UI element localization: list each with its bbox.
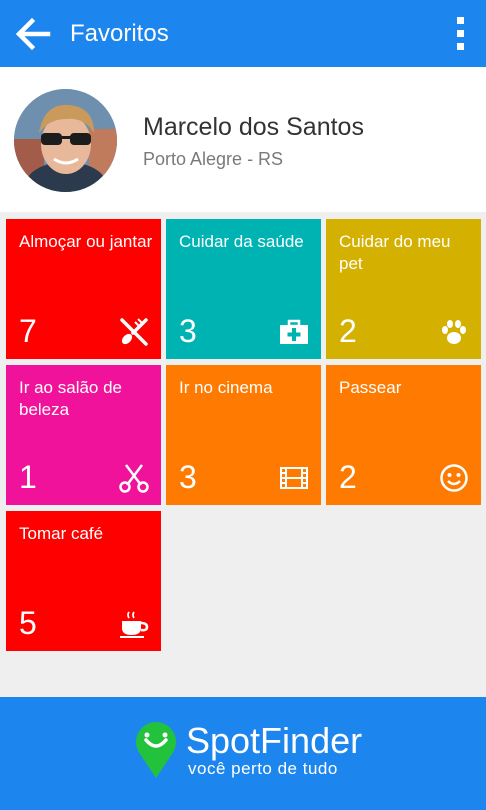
category-count: 7	[19, 313, 37, 349]
category-count: 1	[19, 459, 37, 495]
category-count: 2	[339, 313, 357, 349]
brand-name: SpotFinder	[186, 720, 363, 761]
category-label: Passear	[339, 378, 402, 397]
category-label: Cuidar do meu pet	[339, 232, 451, 273]
more-options-button[interactable]	[448, 14, 472, 54]
category-tile-almocar[interactable]: Almoçar ou jantar 7	[6, 219, 161, 359]
category-count: 5	[19, 605, 37, 641]
brand-tagline: você perto de tudo	[188, 759, 338, 778]
category-label: Cuidar da saúde	[179, 232, 304, 251]
fork-knife-icon	[120, 318, 148, 346]
avatar[interactable]	[14, 89, 117, 192]
app-bar: Favoritos	[0, 0, 486, 67]
category-tile-saude[interactable]: Cuidar da saúde 3	[166, 219, 321, 359]
category-count: 2	[339, 459, 357, 495]
category-count: 3	[179, 313, 197, 349]
arrow-left-icon	[15, 17, 51, 51]
scissors-icon	[119, 464, 149, 493]
category-tile-cinema[interactable]: Ir no cinema 3	[166, 365, 321, 505]
category-label: Ir ao salão de beleza	[19, 378, 123, 419]
back-button[interactable]	[12, 14, 52, 54]
smiley-icon	[440, 464, 468, 492]
category-tile-passear[interactable]: Passear 2	[326, 365, 481, 505]
category-tile-pet[interactable]: Cuidar do meu pet 2	[326, 219, 481, 359]
category-tile-salao[interactable]: Ir ao salão de beleza 1	[6, 365, 161, 505]
paw-icon	[442, 320, 466, 344]
category-label: Ir no cinema	[179, 378, 273, 397]
profile-header: Marcelo dos Santos Porto Alegre - RS	[0, 67, 486, 212]
favorites-grid: Almoçar ou jantar 7 Cuidar da saúde 3 Cu…	[0, 212, 486, 696]
profile-name: Marcelo dos Santos	[143, 113, 364, 141]
profile-location: Porto Alegre - RS	[143, 149, 284, 169]
coffee-cup-icon	[120, 611, 149, 638]
category-label: Almoçar ou jantar	[19, 232, 153, 251]
category-label: Tomar café	[19, 524, 104, 543]
brand-footer: SpotFinder você perto de tudo	[0, 697, 486, 810]
film-icon	[280, 467, 308, 489]
medical-kit-icon	[280, 319, 308, 344]
category-count: 3	[179, 459, 197, 495]
page-title: Favoritos	[70, 20, 169, 47]
category-tile-cafe[interactable]: Tomar café 5	[6, 511, 161, 651]
map-pin-smile-icon	[136, 722, 176, 778]
